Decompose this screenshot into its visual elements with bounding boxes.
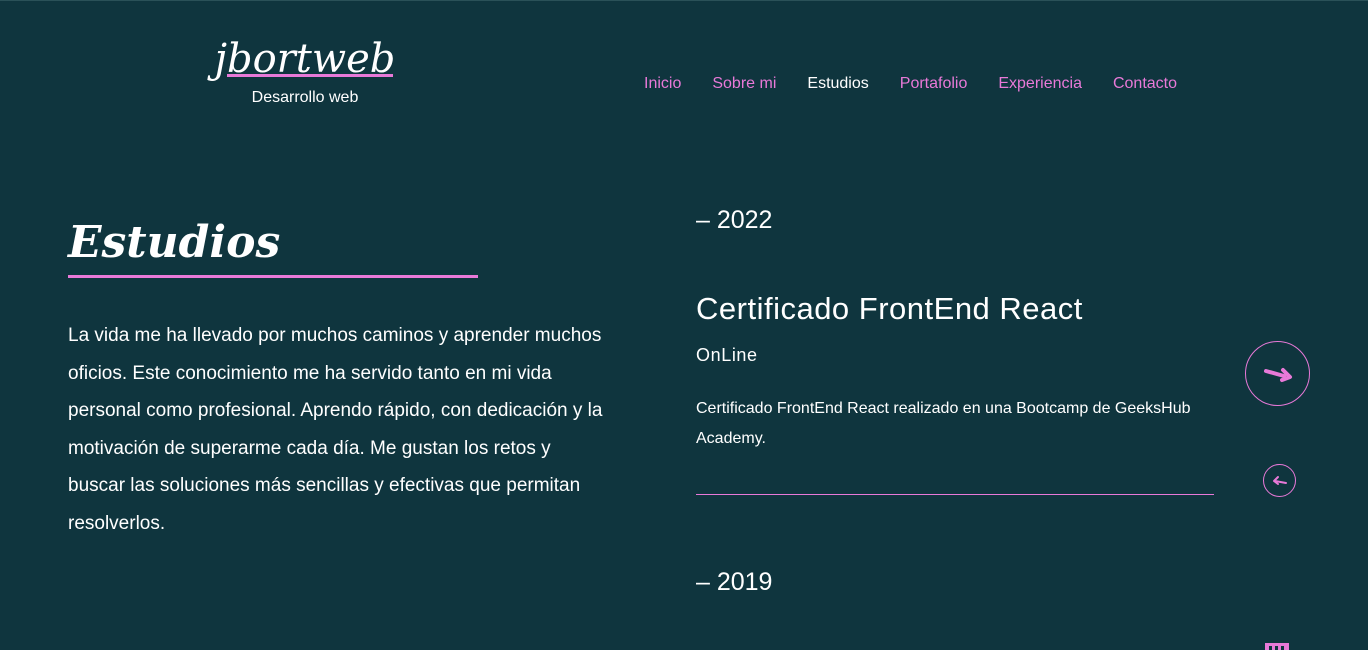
nav-item-experiencia[interactable]: Experiencia	[998, 75, 1082, 93]
section-intro: La vida me ha llevado por muchos caminos…	[68, 325, 603, 534]
brand-name[interactable]: jbortweb	[215, 31, 396, 87]
main-nav: Inicio Sobre mi Estudios Portafolio Expe…	[644, 75, 1208, 93]
entry-title: Certificado FrontEnd React	[696, 291, 1083, 326]
timeline-year: – 2019	[696, 568, 773, 596]
entry-description: Certificado FrontEnd React realizado en …	[696, 400, 1191, 447]
section-title-underline	[68, 275, 478, 278]
timeline-year: – 2022	[696, 206, 773, 234]
arrow-left-icon	[1272, 475, 1287, 485]
nav-item-portafolio[interactable]: Portafolio	[900, 75, 968, 93]
nav-item-sobre-mi[interactable]: Sobre mi	[712, 75, 776, 93]
section-title: Estudios	[68, 217, 281, 268]
page: jbortweb Desarrollo web Inicio Sobre mi …	[0, 0, 1368, 650]
arrow-right-icon	[1263, 367, 1292, 382]
nav-item-inicio[interactable]: Inicio	[644, 75, 681, 93]
nav-item-contacto[interactable]: Contacto	[1113, 75, 1177, 93]
nav-item-estudios[interactable]: Estudios	[807, 75, 868, 93]
brand-underline	[226, 74, 394, 77]
entry-place: OnLine	[696, 345, 758, 365]
entry-divider	[696, 494, 1214, 495]
calendar-icon	[1265, 643, 1289, 650]
next-entry-button[interactable]	[1245, 341, 1310, 406]
brand-tagline: Desarrollo web	[251, 89, 359, 106]
prev-entry-button[interactable]	[1263, 464, 1296, 497]
brand[interactable]: jbortweb Desarrollo web	[200, 31, 410, 107]
